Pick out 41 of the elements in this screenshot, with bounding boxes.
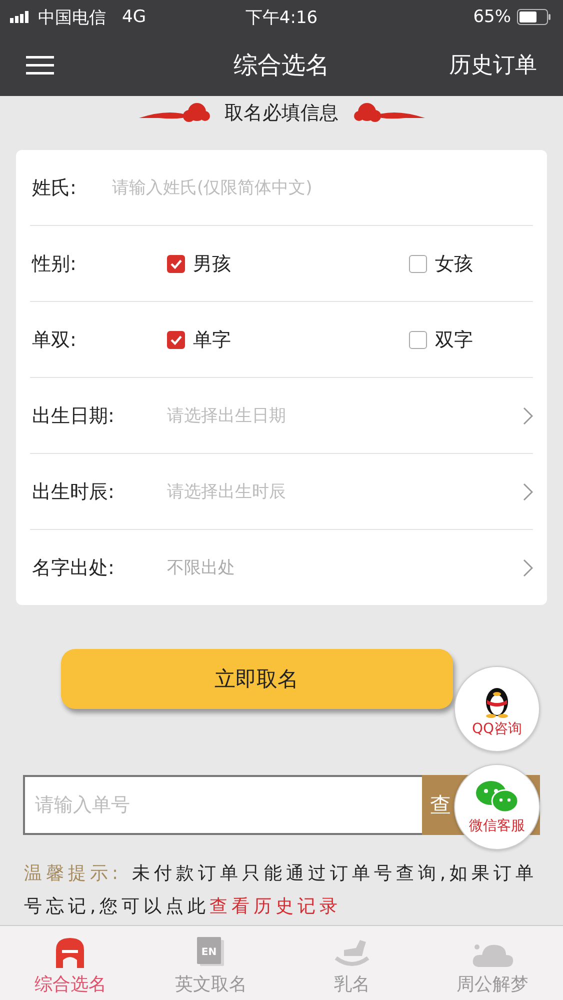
carrier: 中国电信: [38, 6, 106, 28]
checkbox[interactable]: [409, 330, 427, 348]
tab[interactable]: 周公解梦: [422, 926, 563, 1000]
surname-field[interactable]: 请输入姓氏(仅限简体中文): [112, 178, 533, 198]
clock: 下午4:16: [245, 6, 318, 28]
option-label: 男孩: [193, 252, 231, 276]
tip-text: 温馨提示: 未付款订单只能通过订单号查询,如果订单号忘记,您可以点此 查看历史记录: [24, 862, 539, 919]
field-label: 性别:: [30, 252, 78, 276]
contact-button[interactable]: QQ咨询: [454, 666, 540, 752]
tab[interactable]: 综合选名: [0, 926, 141, 1000]
battery-icon: [517, 9, 551, 25]
select-field[interactable]: 请选择出生时辰: [167, 480, 523, 503]
history-link[interactable]: 查看历史记录: [210, 896, 342, 917]
chevron-right-icon: [523, 558, 533, 576]
field-label: 单双:: [31, 328, 78, 352]
order-number-field[interactable]: 请输入单号: [23, 775, 422, 835]
field-label: 出生时辰:: [31, 480, 116, 504]
submit-button[interactable]: 立即取名: [60, 649, 452, 709]
option-label: 单字: [193, 328, 231, 352]
checkbox[interactable]: [167, 254, 185, 272]
select-field[interactable]: 不限出处: [167, 556, 523, 579]
checkbox[interactable]: [167, 330, 185, 348]
battery-percent: 65%: [473, 7, 511, 27]
chevron-right-icon: [523, 406, 533, 424]
field-label: 姓氏:: [31, 176, 78, 200]
option-label: 女孩: [435, 252, 473, 276]
tab[interactable]: EN 英文取名: [140, 926, 282, 1000]
history-orders-link[interactable]: 历史订单: [449, 50, 537, 80]
menu-icon[interactable]: [26, 55, 54, 75]
field-label: 出生日期:: [31, 404, 116, 428]
search-button[interactable]: 查: [422, 775, 460, 835]
checkbox[interactable]: [409, 254, 427, 272]
section-title: 取名必填信息: [224, 101, 338, 126]
network-type: 4G: [122, 7, 146, 27]
select-field[interactable]: 请选择出生日期: [167, 404, 523, 427]
option-label: 双字: [435, 328, 473, 352]
contact-button[interactable]: 微信客服: [454, 764, 540, 850]
field-label: 名字出处:: [31, 556, 116, 580]
page-title: 综合选名: [234, 50, 330, 81]
tab[interactable]: 乳名: [282, 926, 422, 1000]
chevron-right-icon: [523, 482, 533, 500]
